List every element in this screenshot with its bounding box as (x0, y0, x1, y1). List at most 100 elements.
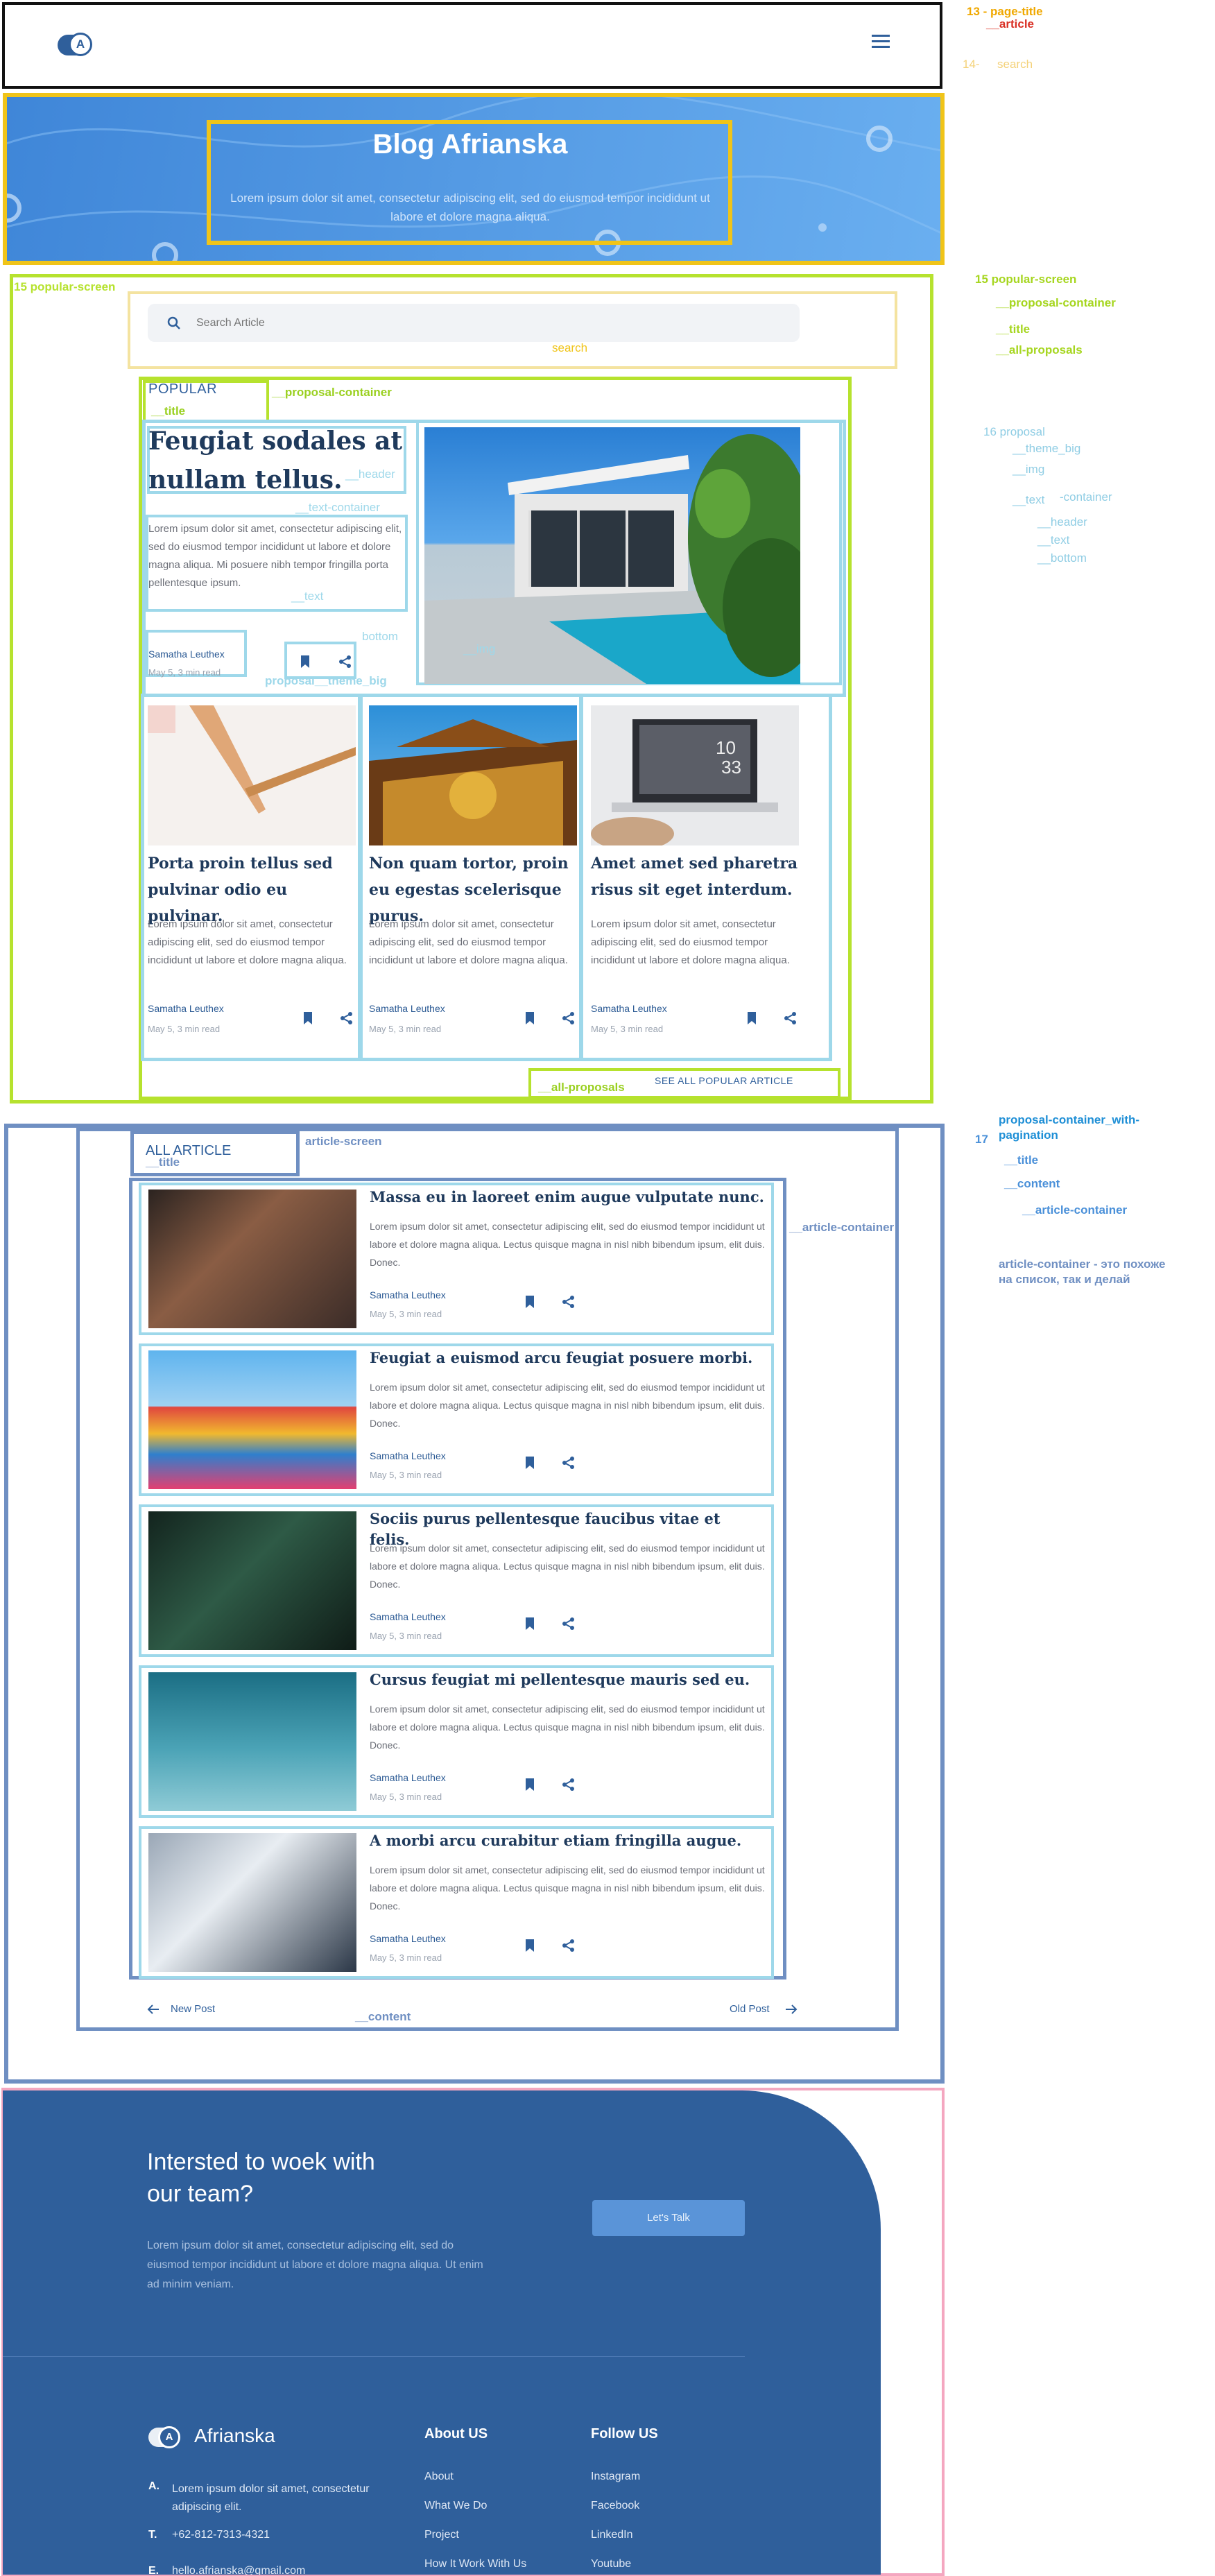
bookmark-icon[interactable] (524, 1778, 535, 1792)
footer-logo[interactable]: A (148, 2423, 183, 2451)
text-container-annotation: __text-container (295, 501, 380, 514)
share-icon[interactable] (562, 1456, 576, 1470)
old-post-link[interactable]: Old Post (730, 2003, 770, 2015)
share-icon[interactable] (562, 1617, 576, 1631)
hero-subtitle: Lorem ipsum dolor sit amet, consectetur … (230, 191, 710, 223)
article-header[interactable]: Massa eu in laoreet enim augue vulputate… (370, 1187, 765, 1208)
big-card-header[interactable]: Feugiat sodales at nullam tellus. (148, 422, 405, 499)
note-theme-big: __theme_big (1013, 442, 1081, 455)
card-meta-1: May 5, 3 min read (148, 1024, 221, 1034)
big-card-text: Lorem ipsum dolor sit amet, consectetur … (148, 523, 402, 589)
img-annotation: __img (463, 642, 496, 655)
share-icon[interactable] (562, 1939, 576, 1952)
note-14: 14- (963, 58, 980, 71)
footer-link-about[interactable]: About (424, 2471, 454, 2483)
search-annotation: search (552, 341, 588, 354)
see-all-popular-link[interactable]: SEE ALL POPULAR ARTICLE (655, 1075, 793, 1086)
content-annotation: __content (355, 2010, 411, 2023)
article-header[interactable]: A morbi arcu curabitur etiam fringilla a… (370, 1830, 765, 1851)
article-image[interactable] (148, 1672, 356, 1811)
article-text: Lorem ipsum dolor sit amet, consectetur … (370, 1703, 765, 1751)
footer-link-linkedin[interactable]: LinkedIn (591, 2529, 633, 2541)
footer-link-project[interactable]: Project (424, 2529, 459, 2541)
phone-text[interactable]: +62-812-7313-4321 (172, 2529, 270, 2541)
arrow-left-icon[interactable] (147, 2004, 160, 2014)
footer: Intersted to woek with our team? Lorem i… (3, 2090, 881, 2575)
bookmark-icon[interactable] (524, 1456, 535, 1470)
article-image[interactable] (148, 1511, 356, 1650)
footer-link-how-it-works[interactable]: How It Work With Us (424, 2558, 526, 2570)
card-text-2: Lorem ipsum dolor sit amet, consectetur … (369, 918, 568, 966)
footer-link-youtube[interactable]: Youtube (591, 2558, 631, 2570)
note-search: search (997, 58, 1033, 71)
article-text: Lorem ipsum dolor sit amet, consectetur … (370, 1543, 765, 1590)
all-proposals-annotation: __all-proposals (538, 1081, 625, 1094)
article-meta: May 5, 3 min read (370, 1631, 442, 1641)
article-meta: May 5, 3 min read (370, 1309, 442, 1319)
title-annotation: __title (151, 404, 186, 418)
article-text: Lorem ipsum dolor sit amet, consectetur … (370, 1864, 765, 1912)
footer-link-what-we-do[interactable]: What We Do (424, 2500, 487, 2512)
bookmark-icon[interactable] (524, 1617, 535, 1631)
logo-letter: A (69, 33, 92, 56)
bookmark-icon[interactable] (524, 1011, 535, 1025)
popular-screen-annotation: 15 popular-screen (14, 280, 116, 293)
share-icon[interactable] (338, 655, 352, 669)
article-image[interactable] (148, 1833, 356, 1972)
email-text[interactable]: hello.afrianska@gmail.com (172, 2565, 305, 2575)
svg-text:33: 33 (721, 757, 741, 778)
follow-us-title: Follow US (591, 2426, 658, 2441)
share-icon[interactable] (562, 1011, 576, 1025)
article-image[interactable] (148, 1350, 356, 1489)
share-icon[interactable] (562, 1778, 576, 1792)
note-content: __content (1004, 1177, 1060, 1190)
bookmark-icon[interactable] (302, 1011, 313, 1025)
bookmark-icon[interactable] (524, 1939, 535, 1952)
note-article: __article (986, 17, 1034, 31)
search-input[interactable] (196, 314, 765, 333)
theme-big-annotation: proposal__theme_big (265, 674, 387, 687)
article-header[interactable]: Cursus feugiat mi pellentesque mauris se… (370, 1669, 765, 1690)
arrow-right-icon[interactable] (785, 2004, 798, 2014)
note-text: __text (1013, 493, 1045, 506)
card-meta-2: May 5, 3 min read (369, 1024, 442, 1034)
share-icon[interactable] (784, 1011, 798, 1025)
footer-link-facebook[interactable]: Facebook (591, 2500, 639, 2512)
note-article-container: __article-container (1022, 1203, 1128, 1217)
share-icon[interactable] (340, 1011, 354, 1025)
article-image[interactable] (148, 1190, 356, 1328)
note-container-with-pagination: proposal-container_with-pagination (999, 1113, 1140, 1142)
card-meta-3: May 5, 3 min read (591, 1024, 664, 1034)
search-icon (167, 316, 180, 329)
article-header[interactable]: Feugiat a euismod arcu feugiat posuere m… (370, 1348, 765, 1368)
article-author: Samatha Leuthex (370, 1772, 446, 1783)
bookmark-icon[interactable] (300, 655, 311, 669)
article-meta: May 5, 3 min read (370, 1792, 442, 1802)
share-icon[interactable] (562, 1295, 576, 1309)
article-text: Lorem ipsum dolor sit amet, consectetur … (370, 1221, 765, 1268)
card-text-1: Lorem ipsum dolor sit amet, consectetur … (148, 918, 347, 966)
card-header-3[interactable]: Amet amet sed pharetra risus sit eget in… (591, 850, 799, 903)
card-image-2[interactable] (369, 705, 577, 845)
card-image-3[interactable]: 10 33 (591, 705, 799, 845)
note-popular-screen: 15 popular-screen (975, 273, 1077, 286)
new-post-link[interactable]: New Post (171, 2003, 215, 2015)
text-annotation: __text (291, 590, 324, 603)
page-canvas: A Blog Afrianska Lorem ipsum dolor sit a… (0, 0, 1215, 2576)
footer-divider (3, 2356, 745, 2357)
note-proposal-container: __proposal-container (996, 296, 1116, 309)
bookmark-icon[interactable] (524, 1295, 535, 1309)
footer-cta-text: Lorem ipsum dolor sit amet, consectetur … (147, 2240, 483, 2290)
bookmark-icon[interactable] (746, 1011, 757, 1025)
article-author: Samatha Leuthex (370, 1933, 446, 1944)
footer-link-instagram[interactable]: Instagram (591, 2471, 640, 2483)
hamburger-menu-icon[interactable] (870, 33, 891, 49)
note-proposal: 16 proposal (983, 425, 1045, 438)
card-image-1[interactable] (148, 705, 356, 845)
lets-talk-button[interactable]: Let's Talk (592, 2200, 745, 2236)
search-box[interactable] (148, 304, 800, 342)
footer-brand: Afrianska (194, 2425, 275, 2446)
logo[interactable]: A (58, 31, 92, 56)
article-container-annotation: __article-container (789, 1221, 895, 1234)
page-title: Blog Afrianska (372, 129, 568, 160)
